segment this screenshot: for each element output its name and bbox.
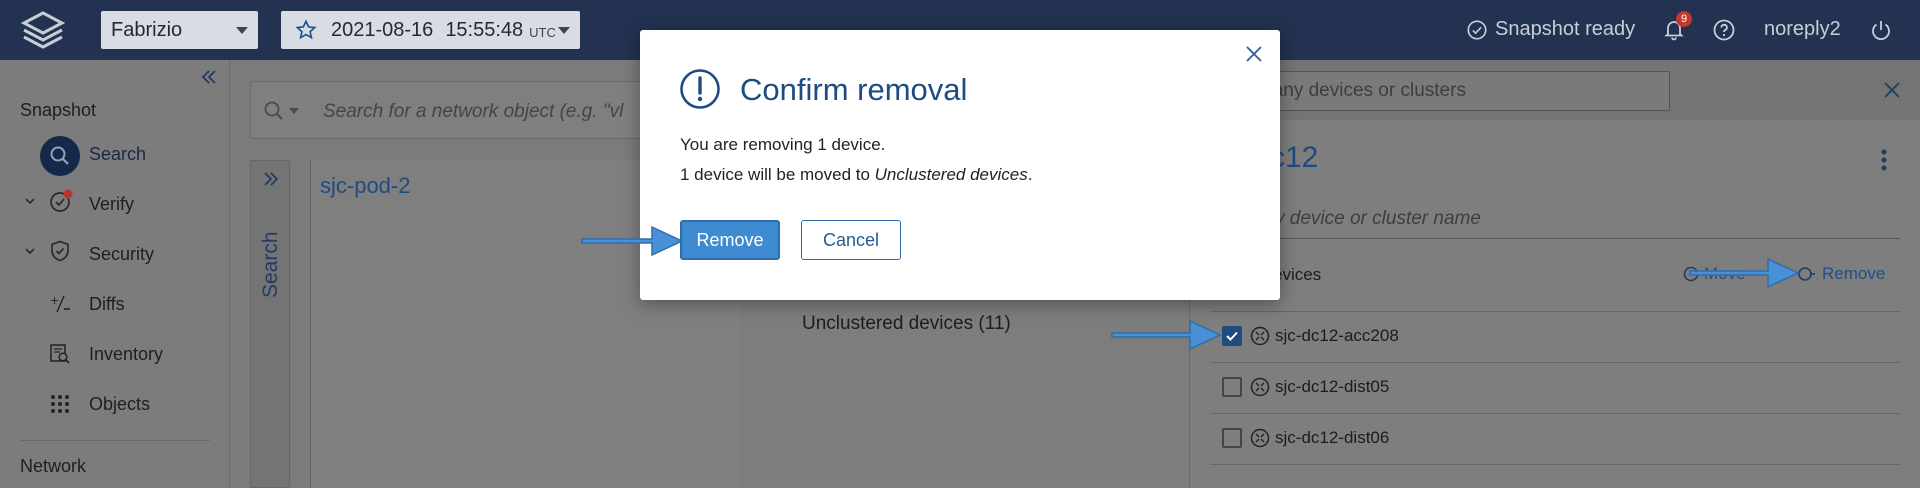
workspace-label: Fabrizio (111, 18, 183, 41)
help-icon[interactable] (1712, 18, 1736, 42)
sidebar-item-label: Inventory (89, 344, 164, 364)
unclustered-devices-heading[interactable]: Unclustered devices (11) (802, 313, 1011, 335)
power-icon[interactable] (1869, 18, 1893, 42)
list-item[interactable]: sjc-dc12-dist06 (1210, 414, 1900, 464)
remove-label: Remove (1822, 264, 1886, 283)
devices-header: evices (1273, 265, 1322, 284)
notifications-button[interactable]: 9 (1662, 11, 1692, 43)
close-icon[interactable] (1244, 44, 1264, 64)
sidebar-item-label: Search (89, 144, 147, 164)
collapse-sidebar-icon[interactable] (200, 68, 218, 86)
sidebar-item-objects[interactable]: Objects (0, 385, 230, 425)
notification-count-badge: 9 (1676, 11, 1692, 27)
annotation-arrow-icon (1689, 257, 1800, 289)
sidebar-section-network: Network (20, 456, 87, 476)
dialog-title: Confirm removal (740, 72, 968, 107)
cluster-filter-placeholder[interactable]: y device or cluster name (1275, 208, 1481, 230)
cluster-detail-panel: c12 y device or cluster name evices Move… (1190, 120, 1920, 488)
cancel-button[interactable]: Cancel (801, 220, 901, 260)
inventory-icon (48, 342, 72, 366)
router-icon (1250, 377, 1270, 397)
annotation-arrow-icon (1111, 319, 1222, 351)
filter-underline (1210, 238, 1900, 239)
router-icon (1250, 326, 1270, 346)
sidebar-item-inventory[interactable]: Inventory (0, 335, 230, 375)
dialog-message-line2: 1 device will be moved to Unclustered de… (680, 165, 1032, 185)
timezone-label: UTC (529, 24, 556, 40)
search-icon (40, 136, 80, 176)
svg-text:+: + (50, 294, 59, 307)
sidebar-item-search[interactable]: Search (0, 135, 230, 176)
vertical-search-tab[interactable]: Search (250, 160, 290, 488)
close-panel-icon[interactable] (1882, 80, 1902, 100)
search-icon (263, 100, 285, 122)
router-icon (1250, 428, 1270, 448)
check-circle-icon (1466, 19, 1488, 41)
dialog-message-line1: You are removing 1 device. (680, 135, 886, 154)
message-text: . (1027, 165, 1033, 184)
search-input-placeholder: Search for a network object (e.g. "vl (323, 101, 624, 122)
message-text: 1 device will be moved to (680, 165, 875, 184)
sidebar-item-label: Objects (89, 394, 151, 414)
list-item[interactable]: sjc-dc12-acc208 (1210, 312, 1900, 362)
objects-grid-icon (50, 394, 70, 414)
more-options-icon[interactable] (1880, 148, 1888, 172)
sidebar-divider (20, 440, 210, 441)
sidebar-item-label: Diffs (89, 294, 125, 314)
sidebar-item-diffs[interactable]: + Diffs (0, 285, 230, 325)
remove-from-cluster-button[interactable]: Remove (1798, 264, 1885, 284)
list-divider (1210, 464, 1900, 465)
sidebar-item-verify[interactable]: Verify (0, 185, 230, 225)
sidebar-item-label: Security (89, 244, 155, 264)
chevron-down-icon[interactable] (24, 195, 36, 207)
expand-panel-icon[interactable] (263, 171, 279, 187)
sidebar-item-security[interactable]: Security (0, 235, 230, 275)
device-checkbox[interactable] (1222, 326, 1242, 346)
app-logo-icon[interactable] (18, 9, 68, 51)
chevron-down-icon (236, 27, 248, 34)
chevron-down-icon[interactable] (289, 108, 299, 114)
device-name: sjc-dc12-acc208 (1275, 326, 1399, 345)
workspace-dropdown[interactable]: Fabrizio (101, 11, 258, 49)
user-menu[interactable]: noreply2 (1764, 18, 1841, 41)
shield-icon (48, 239, 72, 263)
pod-title[interactable]: sjc-pod-2 (320, 173, 410, 199)
sidebar-section-snapshot: Snapshot (20, 100, 97, 120)
chevron-down-icon (558, 27, 570, 34)
snapshot-dropdown[interactable]: 2021-08-16 15:55:48 UTC (281, 11, 580, 49)
right-panel-header: arch for any devices or clusters (1190, 60, 1920, 120)
snapshot-status: Snapshot ready (1495, 18, 1636, 40)
sidebar: Snapshot Search Verify Security + Diffs (0, 60, 230, 488)
vertical-tab-label: Search (259, 231, 282, 298)
device-name: sjc-dc12-dist06 (1275, 428, 1390, 447)
device-name: sjc-dc12-dist05 (1275, 377, 1390, 396)
chevron-down-icon[interactable] (24, 245, 36, 257)
snapshot-time: 15:55:48 (445, 18, 524, 41)
device-checkbox[interactable] (1222, 428, 1242, 448)
list-item[interactable]: sjc-dc12-dist05 (1210, 363, 1900, 413)
annotation-arrow-icon (581, 225, 684, 257)
snapshot-date: 2021-08-16 (331, 18, 434, 41)
remove-icon (1798, 265, 1816, 283)
network-object-search[interactable]: Search for a network object (e.g. "vl (250, 81, 670, 139)
star-icon[interactable] (295, 19, 317, 41)
diffs-icon: + (49, 292, 73, 316)
verify-icon (48, 188, 74, 214)
sidebar-item-label: Verify (89, 194, 135, 214)
remove-button[interactable]: Remove (680, 220, 780, 260)
unclustered-devices-link: Unclustered devices (874, 165, 1028, 184)
device-checkbox[interactable] (1222, 377, 1242, 397)
exclamation-icon (679, 68, 721, 110)
